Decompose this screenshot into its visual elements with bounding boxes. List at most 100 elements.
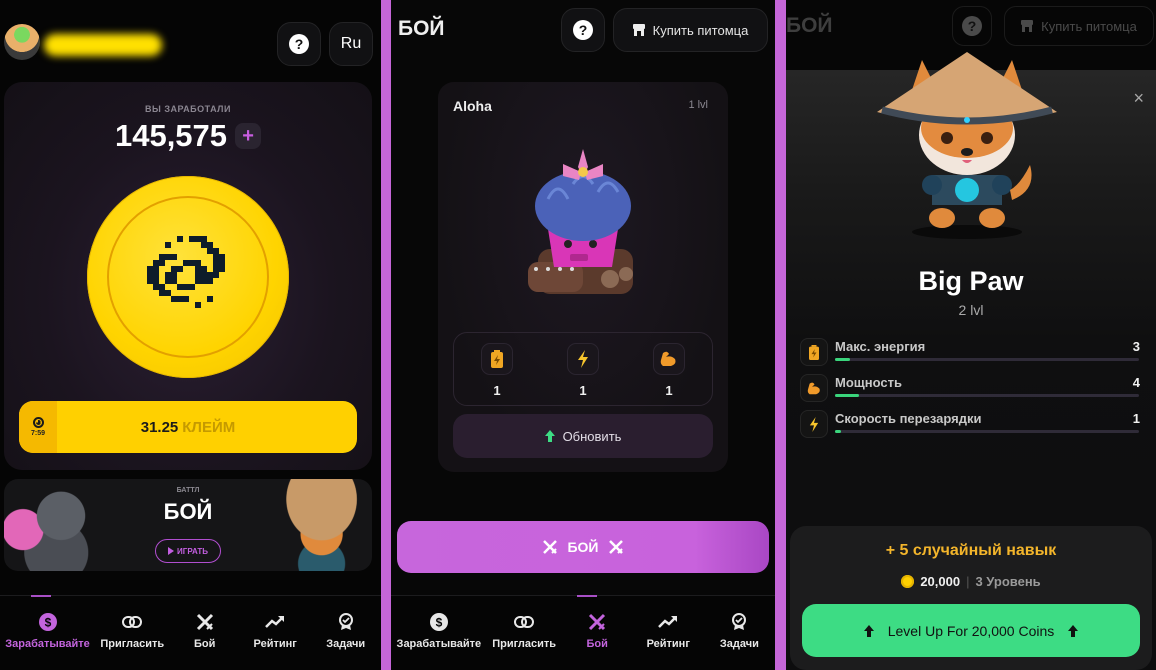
badge-check-icon [729,612,749,632]
separator: | [966,574,970,589]
language-button[interactable]: Ru [329,22,373,66]
language-label: Ru [340,35,362,52]
cactus-tank-pet-image [528,149,633,294]
nav-item-4[interactable]: Задачи [316,612,376,650]
level-up-label: Level Up For 20,000 Coins [887,622,1055,639]
skill-max-energy: Макс. энергия 3 [800,338,1140,368]
nav-item-2[interactable]: Бой [567,612,627,650]
nav-label: Задачи [326,638,366,650]
page-title: БОЙ [398,17,445,40]
nav-item-0[interactable]: $ Зарабатывайте [5,612,90,650]
stat-value: 1 [493,383,501,398]
crossed-swords-icon [195,612,215,632]
pet-card: Aloha 1 lvl 1 1 1 Обновить [438,82,728,472]
crossed-swords-icon [543,540,558,554]
lightning-icon [567,343,599,375]
skill-progress-track [835,430,1139,433]
badge-check-icon [336,612,356,632]
battle-title: БОЙ [163,499,213,524]
skill-name: Скорость перезарядки [835,411,982,426]
nav-item-2[interactable]: Бой [175,612,235,650]
muscle-icon [653,343,685,375]
claim-label: КЛЕЙМ [182,418,236,436]
nav-item-0[interactable]: $ Зарабатывайте [397,612,481,650]
arrow-up-icon [863,624,874,637]
bottom-nav: $ Зарабатывайте Пригласить Бой Рейтинг Задачи [391,595,775,670]
stat-energy: 1 [481,343,513,398]
nav-item-1[interactable]: Пригласить [100,612,164,650]
svg-text:$: $ [435,616,442,630]
upgrade-button[interactable]: Обновить [453,414,713,458]
price-row: 20,000 | 3 Уровень [790,574,1152,589]
dollar-icon: $ [429,612,449,632]
skill-name: Мощность [835,375,902,390]
skill-power: Мощность 4 [800,374,1140,404]
skill-value: 4 [1132,375,1140,390]
svg-text:$: $ [44,616,51,630]
pet-name: Big Paw [918,266,1024,296]
level-up-button[interactable]: Level Up For 20,000 Coins [802,604,1140,657]
clock-icon [32,417,44,428]
timer-text: 7:59 [30,430,45,437]
link-icon [122,612,143,632]
nav-item-3[interactable]: Рейтинг [638,612,698,650]
pet-name: Aloha [453,98,492,114]
spiral-logo-icon [147,236,225,308]
avatar[interactable] [4,24,40,60]
help-button[interactable]: ? [561,8,605,52]
question-icon: ? [962,16,982,36]
level-up-card: + 5 случайный навык 20,000 | 3 Уровень L… [790,526,1152,670]
stat-power: 1 [653,343,685,398]
nav-label: Пригласить [100,638,165,650]
active-tab-indicator [31,595,51,597]
page-title: БОЙ [786,14,833,37]
question-icon: ? [289,34,309,54]
store-icon [1021,20,1034,32]
skill-value: 1 [1132,411,1140,426]
link-icon [514,612,535,632]
help-button[interactable]: ? [277,22,321,66]
store-icon [632,24,645,36]
play-label: ИГРАТЬ [177,546,208,556]
skill-progress-fill [835,394,860,397]
battery-icon [481,343,513,375]
earnings-value: 145,575 [114,118,228,153]
buy-pet-label: Купить питомца [1041,18,1137,34]
question-icon: ? [573,20,593,40]
battle-banner[interactable]: БАТТЛ БОЙ ИГРАТЬ [4,479,372,571]
play-button[interactable]: ИГРАТЬ [155,539,221,563]
skill-progress-track [835,394,1139,397]
nav-item-3[interactable]: Рейтинг [245,612,305,650]
trend-up-icon [265,612,285,632]
fight-button[interactable]: БОЙ [397,521,769,573]
reward-title: + 5 случайный навык [885,542,1057,559]
bottom-nav: $ Зарабатывайте Пригласить Бой Рейтинг Задачи [0,595,381,670]
crossed-swords-icon [587,612,607,632]
coin-icon [901,575,915,588]
earnings-label: ВЫ ЗАРАБОТАЛИ [145,104,231,114]
muscle-icon [800,374,828,402]
price-value: 20,000 [920,574,961,589]
skill-reload-speed: Скорость перезарядки 1 [800,410,1140,440]
crossed-swords-icon [608,540,623,554]
nav-item-1[interactable]: Пригласить [492,612,556,650]
pet-detail-sheet: × Big Paw 2 lvl Макс. энергия 3 Мощность… [786,52,1156,670]
buy-pet-button[interactable]: Купить питомца [613,8,768,52]
username-redacted [44,34,162,56]
skill-progress-track [835,358,1139,361]
pet-stats: 1 1 1 [453,332,713,406]
claim-button[interactable]: 7:59 31.25 КЛЕЙМ [19,401,357,453]
nav-item-4[interactable]: Задачи [709,612,769,650]
arrow-up-icon [544,430,555,442]
trend-up-icon [658,612,678,632]
pet-level: 1 lvl [688,99,708,111]
stat-speed: 1 [567,343,599,398]
close-icon[interactable]: × [1133,88,1144,109]
big-paw-pet-image [877,52,1057,239]
nav-label: Рейтинг [646,638,690,650]
next-level: 3 Уровень [975,574,1041,589]
nav-label: Зарабатывайте [5,638,90,650]
tap-coin[interactable] [87,176,289,378]
add-balance-button[interactable]: + [235,123,262,149]
earnings-card: ВЫ ЗАРАБОТАЛИ 145,575 + 7:59 31.25 КЛЕЙМ [4,82,372,470]
